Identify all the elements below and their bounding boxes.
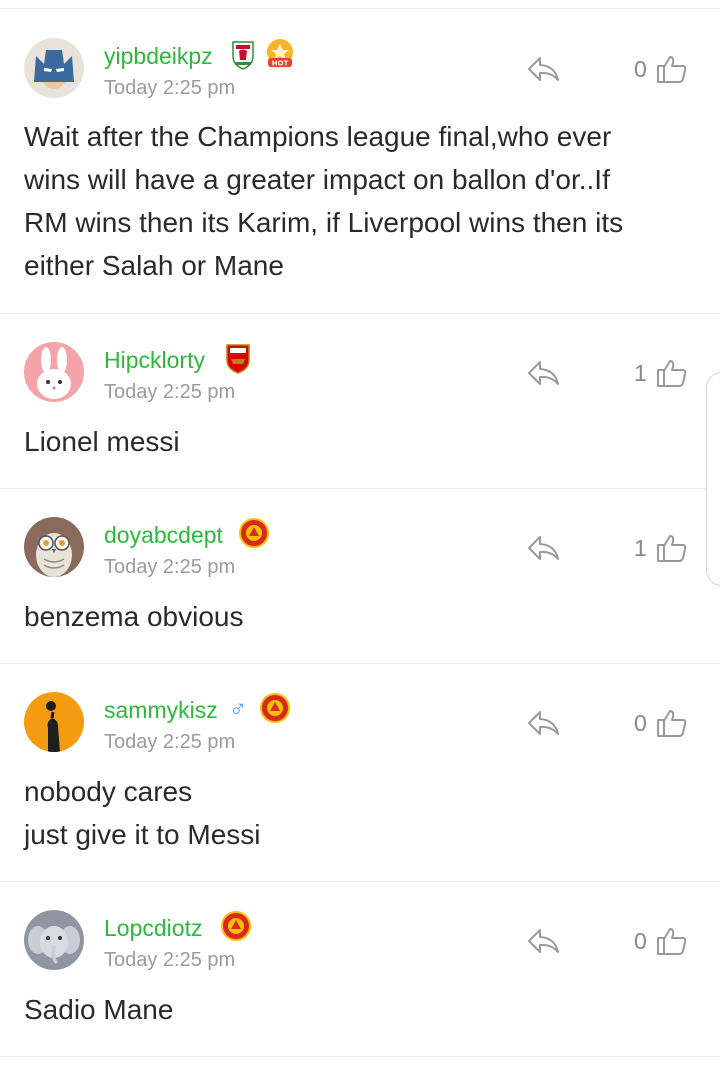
comment-time: Today 2:25 pm <box>104 77 236 99</box>
like-count: 0 <box>634 710 647 736</box>
like-count: 1 <box>634 360 647 386</box>
username[interactable]: yipbdeikpz <box>104 42 213 70</box>
comment-text: Lionel messi <box>24 426 180 457</box>
man-utd-crest-icon <box>239 518 269 548</box>
male-gender-icon: ♂ <box>229 696 247 723</box>
badge-row <box>238 517 270 549</box>
comment-item: Hipcklorty Today 2:25 pm 1 Lionel messi <box>0 314 720 489</box>
man-utd-crest-icon <box>221 911 251 941</box>
rabbit-avatar[interactable] <box>24 342 84 402</box>
liverpool-crest-icon <box>232 41 254 70</box>
comment-text: Sadio Mane <box>24 994 174 1025</box>
like-count: 0 <box>634 928 647 954</box>
reply-icon[interactable] <box>526 358 560 388</box>
comment-item: yipbdeikpz HOT Today 2:25 pm 0 Wait afte… <box>0 9 720 314</box>
badge-row <box>224 342 252 374</box>
username[interactable]: sammykisz <box>104 696 218 724</box>
reply-icon[interactable] <box>526 54 560 84</box>
reply-icon[interactable] <box>526 533 560 563</box>
arsenal-crest-icon <box>226 344 250 374</box>
like-count: 1 <box>634 535 647 561</box>
username[interactable]: Hipcklorty <box>104 346 205 374</box>
badge-row <box>220 910 252 942</box>
thumbs-up-icon[interactable] <box>656 53 688 85</box>
comment-text: benzema obvious <box>24 601 244 632</box>
comment-item: doyabcdept Today 2:25 pm 1 benzema obvio… <box>0 489 720 664</box>
thumbs-up-icon[interactable] <box>656 357 688 389</box>
comment-item: sammykisz ♂ Today 2:25 pm 0 nobody cares… <box>0 664 720 882</box>
comment-time: Today 2:25 pm <box>104 731 236 753</box>
basketball-avatar[interactable] <box>24 692 84 752</box>
comment-item: Lopcdiotz Today 2:25 pm 0 Sadio Mane <box>0 882 720 1057</box>
thumbs-up-icon[interactable] <box>656 925 688 957</box>
svg-text:HOT: HOT <box>272 60 289 68</box>
comment-time: Today 2:25 pm <box>104 556 236 578</box>
comment-text: Wait after the Champions league final,wh… <box>24 121 624 281</box>
comment-text: nobody cares just give it to Messi <box>24 776 261 850</box>
like-count: 0 <box>634 56 647 82</box>
username[interactable]: Lopcdiotz <box>104 914 202 942</box>
comment-time: Today 2:25 pm <box>104 949 236 971</box>
username[interactable]: doyabcdept <box>104 521 223 549</box>
comment-time: Today 2:25 pm <box>104 381 236 403</box>
thumbs-up-icon[interactable] <box>656 532 688 564</box>
elephant-avatar[interactable] <box>24 910 84 970</box>
side-pull-tab[interactable] <box>706 372 720 586</box>
batman-avatar[interactable] <box>24 38 84 98</box>
owl-avatar[interactable] <box>24 517 84 577</box>
badge-row <box>259 692 291 724</box>
man-utd-crest-icon <box>260 693 290 723</box>
reply-icon[interactable] <box>526 926 560 956</box>
hot-badge-icon: HOT <box>267 39 293 68</box>
thumbs-up-icon[interactable] <box>656 707 688 739</box>
badge-row: HOT <box>230 38 296 70</box>
reply-icon[interactable] <box>526 708 560 738</box>
